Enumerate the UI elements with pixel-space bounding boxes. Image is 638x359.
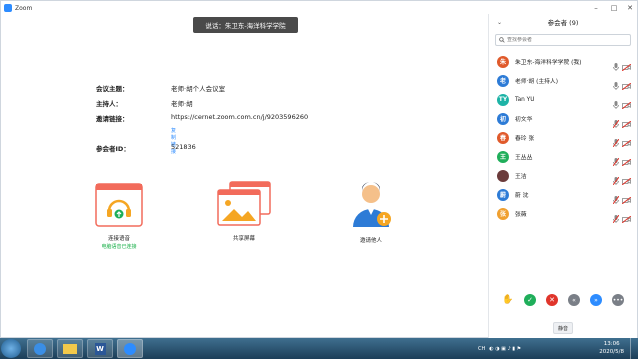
headphones-icon bbox=[95, 183, 143, 227]
camera-off-icon bbox=[621, 208, 632, 227]
participant-name: 王洁 bbox=[515, 174, 527, 180]
taskbar: W CH ◐ ◑ ▣ ♪ ▮ ⚑ 13:06 2020/5/8 bbox=[0, 338, 638, 359]
taskbar-explorer-icon[interactable] bbox=[57, 339, 83, 358]
participant-row[interactable]: 初初文华 bbox=[489, 109, 637, 129]
participant-status-icons bbox=[612, 208, 632, 227]
participant-id-value: 521836 bbox=[171, 143, 196, 151]
avatar: 张 bbox=[497, 207, 509, 220]
no-icon[interactable]: ✕ bbox=[546, 294, 558, 306]
input-method-indicator[interactable]: CH bbox=[478, 346, 485, 352]
system-tray: CH ◐ ◑ ▣ ♪ ▮ ⚑ bbox=[478, 340, 521, 357]
invite-link[interactable]: https://cernet.zoom.com.cn/j/9203596260 bbox=[171, 113, 308, 121]
avatar: 初 bbox=[497, 112, 509, 125]
participant-name: 春玲 张 bbox=[515, 136, 535, 142]
panel-header: ⌄ 参会者 (9) bbox=[489, 14, 637, 30]
reaction-toolbar: ✋ ✓ ✕ « » ••• bbox=[489, 294, 637, 306]
participant-row[interactable]: TY Tan YU bbox=[489, 90, 637, 110]
participant-name: 蔚 沈 bbox=[515, 193, 529, 199]
participant-row[interactable]: 蔚蔚 沈 bbox=[489, 185, 637, 205]
topic-value: 老师·胡个人会议室 bbox=[171, 85, 226, 93]
more-icon[interactable]: ••• bbox=[612, 294, 624, 306]
participant-name: 初文华 bbox=[515, 117, 533, 123]
microphone-muted-icon bbox=[612, 208, 620, 227]
collapse-panel-icon[interactable]: ⌄ bbox=[497, 19, 502, 26]
participant-name: 张薇 bbox=[515, 212, 527, 218]
invite-row: 邀请链接： https://cernet.zoom.com.cn/j/92035… bbox=[96, 113, 396, 123]
start-button[interactable] bbox=[1, 339, 21, 358]
active-speaker-banner: 说话：朱卫东-海洋科学学院 bbox=[193, 17, 298, 33]
raise-hand-icon[interactable]: ✋ bbox=[502, 294, 514, 306]
invite-others-button[interactable]: 邀请他人 bbox=[346, 181, 396, 244]
participant-search[interactable] bbox=[495, 34, 631, 46]
tray-icons[interactable]: ◐ ◑ ▣ ♪ ▮ ⚑ bbox=[489, 346, 521, 352]
participant-row[interactable]: 老老师·胡 (主持人) bbox=[489, 71, 637, 91]
host-label: 主持人： bbox=[96, 100, 122, 108]
invite-others-label: 邀请他人 bbox=[359, 238, 382, 244]
topic-label: 会议主题： bbox=[96, 85, 129, 93]
host-row: 主持人： 老师·胡 bbox=[96, 98, 396, 108]
topic-row: 会议主题： 老师·胡个人会议室 bbox=[96, 83, 396, 93]
taskbar-ie-icon[interactable] bbox=[27, 339, 53, 358]
invite-person-icon bbox=[353, 182, 391, 227]
avatar bbox=[497, 169, 509, 182]
participant-name: 朱卫东-海洋科学学院 (我) bbox=[515, 60, 582, 66]
zoom-logo-icon bbox=[4, 4, 12, 12]
audio-status: 电脑语音已连接 bbox=[101, 244, 137, 250]
title-bar: Zoom bbox=[1, 1, 637, 15]
participant-row[interactable]: 朱朱卫东-海洋科学学院 (我) bbox=[489, 52, 637, 72]
participant-name: 王丛丛 bbox=[515, 155, 533, 161]
taskbar-zoom-icon[interactable] bbox=[117, 339, 143, 358]
go-slower-icon[interactable]: « bbox=[568, 294, 580, 306]
avatar: 春 bbox=[497, 131, 509, 144]
system-clock[interactable]: 13:06 2020/5/8 bbox=[599, 340, 624, 356]
participant-name: 老师·胡 (主持人) bbox=[515, 79, 558, 85]
participant-row[interactable]: 张张薇 bbox=[489, 204, 637, 224]
participant-row[interactable]: 春春玲 张 bbox=[489, 128, 637, 148]
participant-name: Tan YU bbox=[515, 96, 535, 103]
invite-label: 邀请链接： bbox=[96, 115, 129, 123]
avatar: 蔚 bbox=[497, 188, 509, 201]
host-value: 老师·胡 bbox=[171, 100, 193, 108]
taskbar-word-icon[interactable]: W bbox=[87, 339, 113, 358]
minimize-button[interactable]: – bbox=[587, 1, 605, 15]
avatar: TY bbox=[497, 93, 509, 106]
window-title: Zoom bbox=[15, 4, 33, 12]
participant-row[interactable]: 王洁 bbox=[489, 166, 637, 186]
avatar: 朱 bbox=[497, 55, 509, 68]
search-icon bbox=[499, 37, 505, 43]
search-input[interactable] bbox=[507, 37, 617, 43]
participant-id-label: 参会者ID： bbox=[96, 145, 130, 153]
panel-title: 参会者 (9) bbox=[547, 19, 579, 27]
avatar: 王 bbox=[497, 150, 509, 163]
share-screen-label: 共享屏幕 bbox=[232, 236, 255, 242]
close-button[interactable]: ✕ bbox=[621, 1, 638, 15]
yes-icon[interactable]: ✓ bbox=[524, 294, 536, 306]
show-desktop-button[interactable] bbox=[630, 338, 638, 359]
share-screen-icon bbox=[217, 181, 271, 226]
join-audio-label: 连接语音 bbox=[107, 236, 130, 242]
join-audio-button[interactable]: 连接语音 电脑语音已连接 bbox=[93, 183, 145, 250]
participants-panel: ⌄ 参会者 (9) 朱朱卫东-海洋科学学院 (我)老老师·胡 (主持人)TYTa… bbox=[489, 14, 637, 338]
clock-date: 2020/5/8 bbox=[599, 349, 624, 355]
share-screen-button[interactable]: 共享屏幕 bbox=[215, 181, 273, 242]
clock-time: 13:06 bbox=[603, 341, 620, 347]
participant-id-row: 参会者ID： 521836 bbox=[96, 143, 396, 153]
go-faster-icon[interactable]: » bbox=[590, 294, 602, 306]
avatar: 老 bbox=[497, 74, 509, 87]
mute-all-button[interactable]: 静音 bbox=[553, 322, 573, 334]
participant-list: 朱朱卫东-海洋科学学院 (我) 老老师·胡 (主持人) TY Tan YU 初初文华春春… bbox=[489, 52, 637, 224]
participant-row[interactable]: 王王丛丛 bbox=[489, 147, 637, 167]
